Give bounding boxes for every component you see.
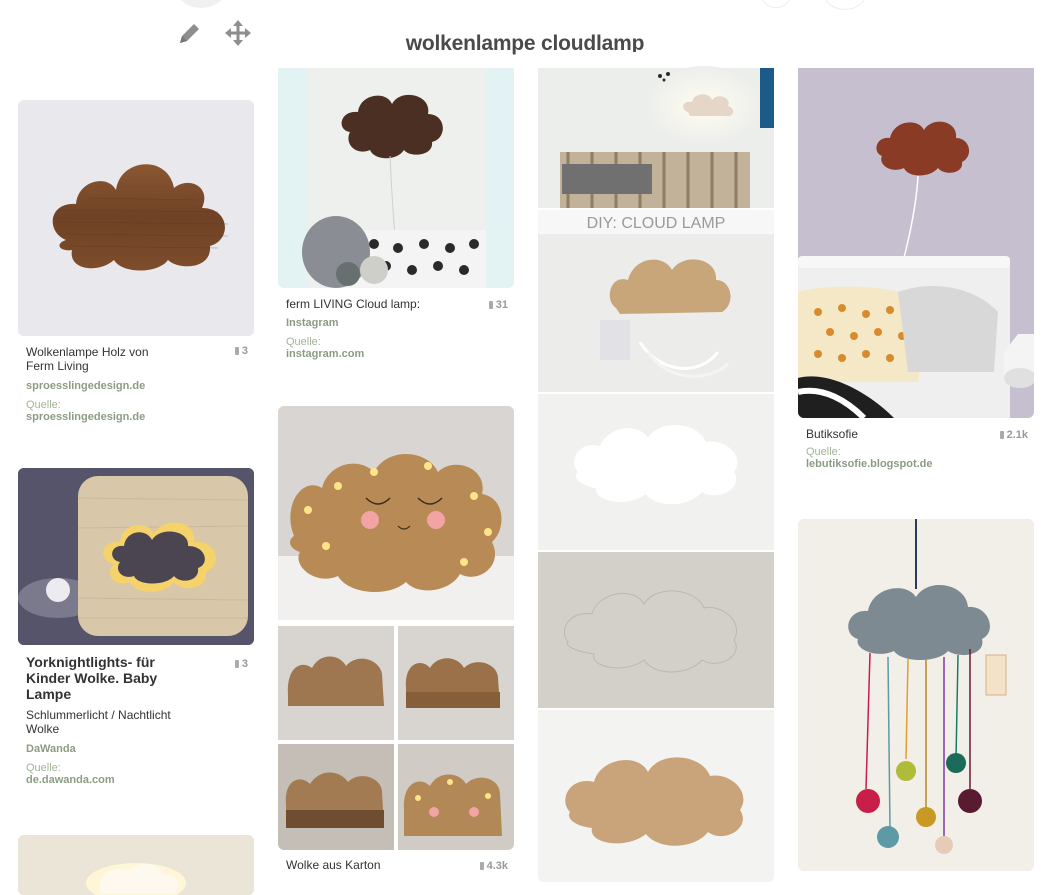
pin-image-cloud-lamp-partial[interactable] <box>18 835 254 895</box>
source-link[interactable]: de.dawanda.com <box>26 774 254 787</box>
repin-count-value: 4.3k <box>486 860 508 872</box>
repin-count-value: 3 <box>241 345 248 357</box>
source-link[interactable]: lebutiksofie.blogspot.de <box>806 458 1034 471</box>
pin-description: Yorknightlights- für Kinder Wolke. Baby … <box>26 654 158 702</box>
pin-image-diy-cloud-lamp-steps[interactable]: DIY: CLOUD LAMP <box>538 52 774 882</box>
source-label: Quelle: <box>806 446 841 458</box>
pin-card[interactable]: 3 Yorknightlights- für Kinder Wolke. Bab… <box>18 468 254 787</box>
source-link[interactable]: sproesslingedesign.de <box>26 411 254 424</box>
source-label: Quelle: <box>286 336 321 348</box>
pin-image-cloud-lamp-nursery[interactable] <box>278 52 514 288</box>
pin-card[interactable]: 2.1k Butiksofie Quelle: lebutiksofie.blo… <box>798 52 1034 471</box>
pin-icon <box>234 660 239 668</box>
pin-image-wooden-cloud-lamp[interactable] <box>18 100 254 336</box>
pin-image-cardboard-cloud-collage[interactable] <box>278 406 514 850</box>
pin-card[interactable] <box>18 835 254 895</box>
pin-image-cloud-lamp-bedroom[interactable] <box>798 52 1034 418</box>
pin-image-cloud-pompom-mobile[interactable] <box>798 519 1034 871</box>
pin-description: Butiksofie <box>806 427 859 441</box>
pin-image-wooden-night-light[interactable] <box>18 468 254 645</box>
board-cover-thumbnail[interactable] <box>176 0 226 8</box>
repin-count: 3 <box>234 658 248 670</box>
pin-description: ferm LIVING Cloud lamp: <box>286 297 421 311</box>
pin-card[interactable]: 31 ferm LIVING Cloud lamp: Instagram Que… <box>278 52 514 361</box>
pin-card[interactable]: 3 Wolkenlampe Holz von Ferm Living sproe… <box>18 100 254 424</box>
pin-card[interactable] <box>798 519 1034 871</box>
source-label: Quelle: <box>26 399 61 411</box>
pin-icon <box>488 301 493 309</box>
repin-count: 4.3k <box>479 860 508 872</box>
repin-count-value: 2.1k <box>1006 429 1028 441</box>
pin-domain-link[interactable]: sproesslingedesign.de <box>26 380 254 392</box>
pin-subdescription: Schlummerlicht / Nachtlicht Wolke <box>26 708 171 736</box>
follow-button-partial[interactable] <box>760 0 792 8</box>
pin-icon <box>999 431 1004 439</box>
pin-domain-link[interactable]: DaWanda <box>26 743 254 755</box>
source-label: Quelle: <box>26 762 61 774</box>
pin-card[interactable]: DIY: CLOUD LAMP <box>538 52 774 882</box>
repin-count-value: 3 <box>241 658 248 670</box>
repin-count: 2.1k <box>999 429 1028 441</box>
diy-overlay-text: DIY: CLOUD LAMP <box>587 215 726 232</box>
pin-description: Wolke aus Karton <box>286 858 381 872</box>
repin-count: 31 <box>488 299 508 311</box>
profile-avatar-partial[interactable] <box>822 0 868 10</box>
repin-count-value: 31 <box>495 299 508 311</box>
pin-description: Wolkenlampe Holz von Ferm Living <box>26 345 149 373</box>
source-link[interactable]: instagram.com <box>286 348 514 361</box>
pin-domain-link[interactable]: Instagram <box>286 317 514 329</box>
pin-icon <box>234 347 239 355</box>
pin-card[interactable]: 4.3k Wolke aus Karton <box>278 406 514 872</box>
repin-count: 3 <box>234 345 248 357</box>
pin-icon <box>479 862 484 870</box>
